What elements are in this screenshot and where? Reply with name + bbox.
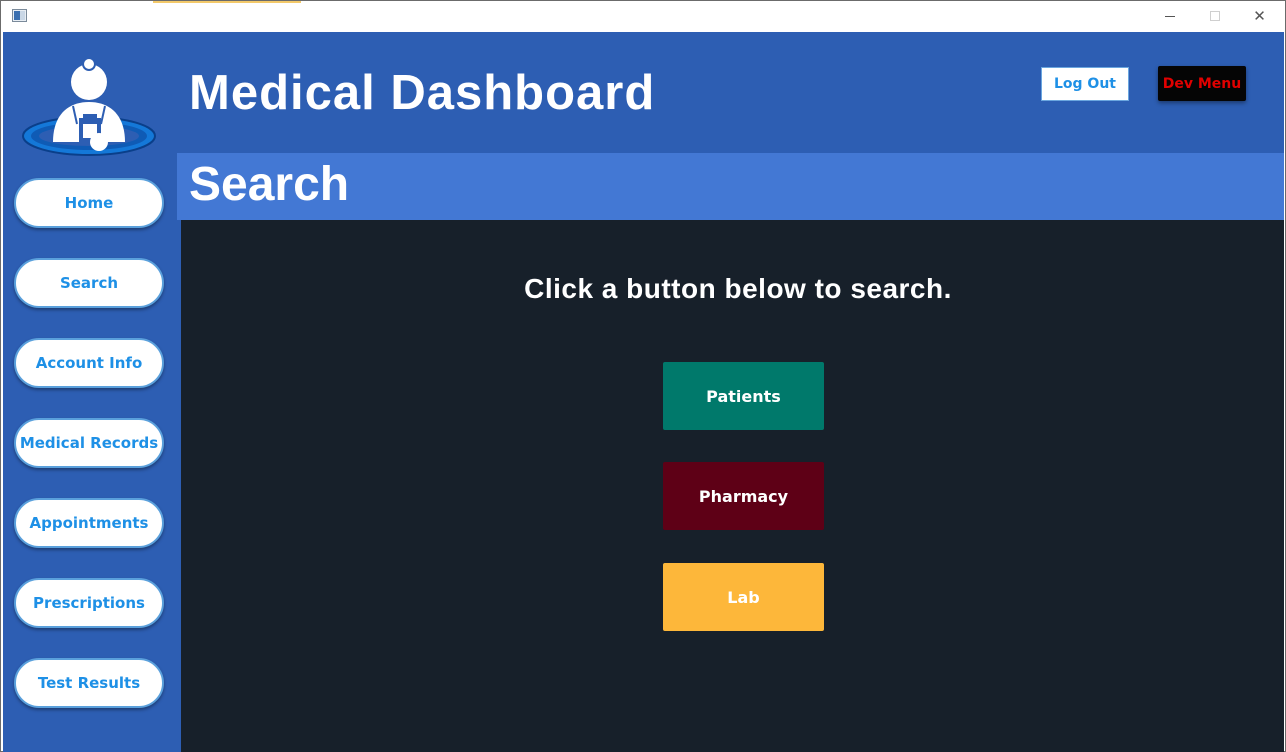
lab-search-button[interactable]: Lab — [663, 563, 824, 631]
sidebar-item-prescriptions[interactable]: Prescriptions — [14, 578, 164, 628]
maximize-icon — [1209, 11, 1220, 21]
section-header: Search — [177, 153, 1284, 220]
minimize-icon — [1164, 15, 1175, 17]
app-title: Medical Dashboard — [189, 66, 656, 120]
page-title: Search — [189, 158, 350, 211]
sidebar-item-account-info[interactable]: Account Info — [14, 338, 164, 388]
dev-menu-button[interactable]: Dev Menu — [1158, 66, 1246, 101]
window-titlebar: ✕ — [1, 1, 1285, 31]
search-prompt: Click a button below to search. — [524, 273, 952, 304]
sidebar-item-appointments[interactable]: Appointments — [14, 498, 164, 548]
doctor-logo-icon — [22, 57, 156, 156]
sidebar-item-medical-records[interactable]: Medical Records — [14, 418, 164, 468]
minimize-button[interactable] — [1147, 1, 1192, 31]
sidebar: Home Search Account Info Medical Records… — [3, 32, 181, 752]
app-body: Home Search Account Info Medical Records… — [3, 32, 1284, 752]
close-icon: ✕ — [1253, 8, 1266, 25]
app-window: ✕ Home Search Account Info Medical Recor… — [0, 0, 1286, 752]
sidebar-item-search[interactable]: Search — [14, 258, 164, 308]
patients-search-button[interactable]: Patients — [663, 362, 824, 430]
pharmacy-search-button[interactable]: Pharmacy — [663, 462, 824, 530]
main-content: Click a button below to search. Patients… — [181, 220, 1284, 752]
close-button[interactable]: ✕ — [1237, 1, 1282, 31]
sidebar-item-test-results[interactable]: Test Results — [14, 658, 164, 708]
sidebar-item-home[interactable]: Home — [14, 178, 164, 228]
app-window-icon — [12, 9, 27, 22]
maximize-button[interactable] — [1192, 1, 1237, 31]
logout-button[interactable]: Log Out — [1041, 67, 1129, 101]
titlebar-accent — [153, 1, 301, 3]
